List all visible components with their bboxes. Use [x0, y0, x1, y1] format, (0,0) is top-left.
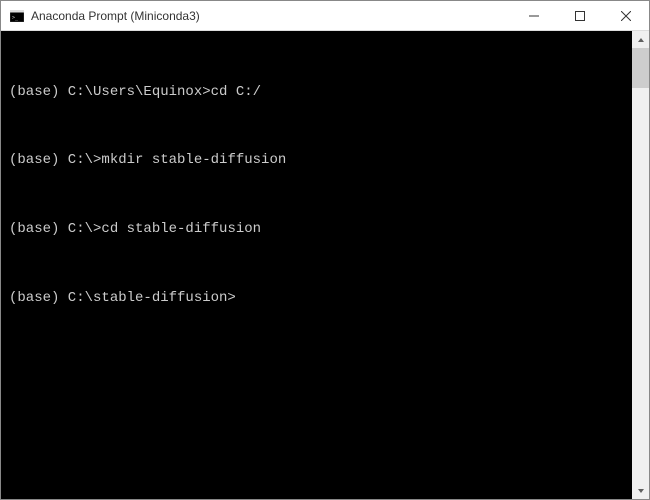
terminal-icon: >_ [9, 8, 25, 24]
prompt: (base) C:\> [9, 221, 101, 237]
prompt: (base) C:\> [9, 152, 101, 168]
close-button[interactable] [603, 1, 649, 30]
command: mkdir stable-diffusion [101, 152, 286, 168]
chevron-down-icon [637, 487, 645, 495]
minimize-button[interactable] [511, 1, 557, 30]
terminal-window: >_ Anaconda Prompt (Miniconda3) (base) C… [0, 0, 650, 500]
terminal-line: (base) C:\Users\Equinox>cd C:/ [9, 77, 624, 108]
titlebar[interactable]: >_ Anaconda Prompt (Miniconda3) [1, 1, 649, 31]
window-title: Anaconda Prompt (Miniconda3) [31, 9, 511, 23]
minimize-icon [529, 11, 539, 21]
terminal-line: (base) C:\stable-diffusion> [9, 283, 624, 314]
prompt: (base) C:\stable-diffusion> [9, 290, 236, 306]
terminal-line: (base) C:\>cd stable-diffusion [9, 214, 624, 245]
chevron-up-icon [637, 36, 645, 44]
command: cd C:/ [211, 84, 261, 100]
vertical-scrollbar[interactable] [632, 31, 649, 499]
scroll-down-button[interactable] [632, 482, 649, 499]
terminal-line: (base) C:\>mkdir stable-diffusion [9, 145, 624, 176]
svg-text:>_: >_ [12, 15, 19, 21]
window-controls [511, 1, 649, 30]
maximize-icon [575, 11, 585, 21]
scroll-thumb[interactable] [632, 48, 649, 88]
prompt: (base) C:\Users\Equinox> [9, 84, 211, 100]
cursor [236, 291, 244, 306]
close-icon [621, 11, 631, 21]
scroll-up-button[interactable] [632, 31, 649, 48]
terminal-output[interactable]: (base) C:\Users\Equinox>cd C:/ (base) C:… [1, 31, 632, 499]
command: cd stable-diffusion [101, 221, 261, 237]
maximize-button[interactable] [557, 1, 603, 30]
scroll-track[interactable] [632, 48, 649, 482]
content-area: (base) C:\Users\Equinox>cd C:/ (base) C:… [1, 31, 649, 499]
